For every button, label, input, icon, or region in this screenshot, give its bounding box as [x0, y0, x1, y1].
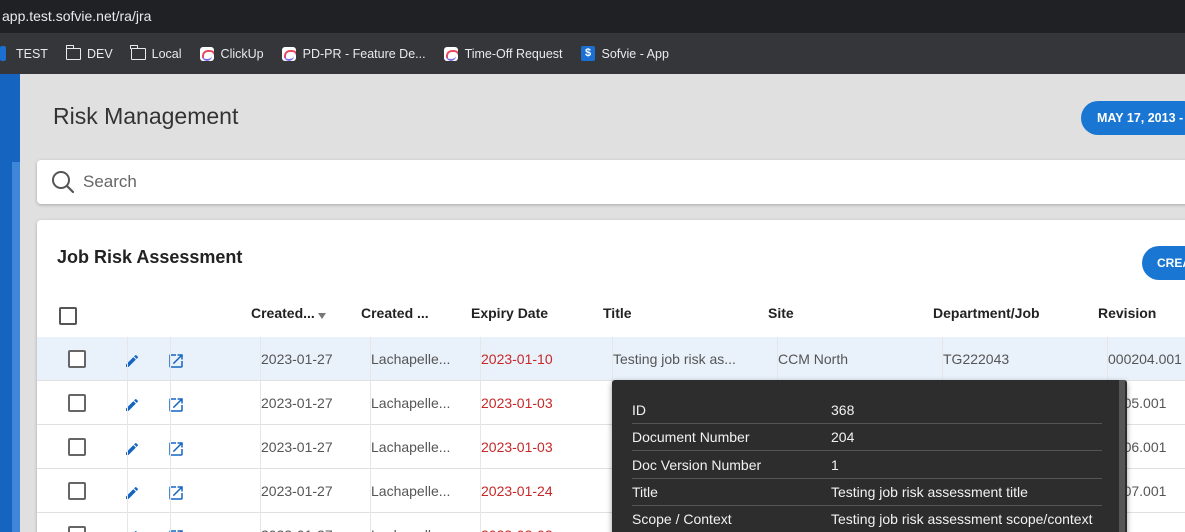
cell-expiry: 2023-01-10	[481, 351, 553, 367]
url-text: app.test.sofvie.net/ra/jra	[2, 8, 152, 24]
cell-expiry: 2023-02-02	[481, 513, 553, 532]
side-nav	[0, 74, 20, 532]
cell-created-by: Lachapelle...	[371, 513, 450, 532]
col-header-department[interactable]: Department/Job	[933, 305, 1040, 321]
tooltip-row: ID 368	[632, 397, 1102, 424]
col-header-title[interactable]: Title	[603, 305, 632, 321]
column-divider	[127, 513, 128, 532]
column-divider	[170, 381, 171, 425]
bookmark-test[interactable]: TEST	[0, 46, 48, 61]
column-divider	[170, 469, 171, 513]
side-nav-scrollbar[interactable]	[12, 162, 20, 532]
page-title: Risk Management	[53, 103, 239, 129]
col-header-revision[interactable]: Revision	[1098, 305, 1156, 321]
row-checkbox[interactable]	[68, 482, 86, 500]
col-header-site[interactable]: Site	[768, 305, 794, 321]
cell-created: 2023-01-27	[261, 395, 333, 411]
col-header-created-by[interactable]: Created ...	[361, 305, 429, 321]
cell-expiry: 2023-01-03	[481, 395, 553, 411]
row-checkbox[interactable]	[68, 438, 86, 456]
column-divider	[127, 337, 128, 381]
clickup-icon	[444, 46, 459, 61]
row-checkbox[interactable]	[68, 350, 86, 368]
cell-created: 2023-01-27	[261, 513, 333, 532]
col-header-expiry[interactable]: Expiry Date	[471, 305, 548, 321]
column-divider	[170, 337, 171, 381]
bookmark-sofvie-app[interactable]: $ Sofvie - App	[581, 46, 669, 61]
tooltip-row: Title Testing job risk assessment title	[632, 479, 1102, 506]
cell-department: TG222043	[943, 351, 1010, 367]
cell-created: 2023-01-27	[261, 439, 333, 455]
tooltip-row: Scope / Context Testing job risk assessm…	[632, 506, 1102, 532]
address-bar[interactable]: app.test.sofvie.net/ra/jra	[0, 0, 1185, 33]
column-divider	[127, 425, 128, 469]
row-detail-tooltip: ID 368 Document Number 204 Doc Version N…	[612, 380, 1127, 532]
bookmark-dev[interactable]: DEV	[65, 44, 113, 61]
cell-expiry: 2023-01-24	[481, 483, 553, 499]
bookmark-local[interactable]: Local	[130, 44, 182, 61]
clickup-icon	[282, 46, 297, 61]
cell-created: 2023-01-27	[261, 483, 333, 499]
tooltip-scrollbar[interactable]	[1119, 380, 1125, 532]
folder-icon	[130, 44, 146, 61]
create-button[interactable]: CREA	[1142, 246, 1185, 280]
cell-created-by: Lachapelle...	[371, 483, 451, 499]
bookmark-pd-pr[interactable]: PD-PR - Feature De...	[282, 46, 426, 61]
cell-created-by: Lachapelle...	[371, 395, 451, 411]
cell-site: CCM North	[778, 351, 849, 367]
search-bar	[37, 160, 1185, 204]
cell-expiry: 2023-01-03	[481, 439, 553, 455]
cell-created: 2023-01-27	[261, 351, 333, 367]
search-input[interactable]	[83, 172, 983, 192]
sofvie-icon	[0, 46, 10, 61]
column-divider	[127, 381, 128, 425]
column-divider	[127, 469, 128, 513]
table-title: Job Risk Assessment	[57, 247, 243, 267]
tooltip-row: Document Number 204	[632, 424, 1102, 451]
folder-icon	[65, 44, 81, 61]
sofvie-icon: $	[581, 46, 596, 61]
sort-desc-icon	[317, 313, 326, 319]
date-range-button[interactable]: MAY 17, 2013 -	[1081, 101, 1185, 135]
column-divider	[170, 513, 171, 532]
table-row[interactable]: 2023-01-27 Lachapelle... 2023-01-10 Testing…	[37, 337, 1185, 381]
clickup-icon	[200, 46, 215, 61]
column-divider	[170, 425, 171, 469]
select-all-checkbox[interactable]	[59, 307, 77, 325]
bookmark-time-off[interactable]: Time-Off Request	[444, 46, 563, 61]
cell-created-by: Lachapelle...	[371, 439, 451, 455]
bookmark-clickup[interactable]: ClickUp	[200, 46, 264, 61]
row-checkbox[interactable]	[68, 526, 86, 532]
col-header-created[interactable]: Created...	[251, 305, 326, 321]
row-checkbox[interactable]	[68, 394, 86, 412]
cell-title: Testing job risk as...	[613, 351, 736, 367]
cell-revision: 000204.001	[1108, 351, 1182, 367]
bookmarks-bar: TEST DEV Local ClickUp PD-PR - Feature D…	[0, 33, 1185, 74]
search-icon	[52, 171, 75, 194]
tooltip-row: Doc Version Number 1	[632, 452, 1102, 479]
cell-created-by: Lachapelle...	[371, 351, 451, 367]
